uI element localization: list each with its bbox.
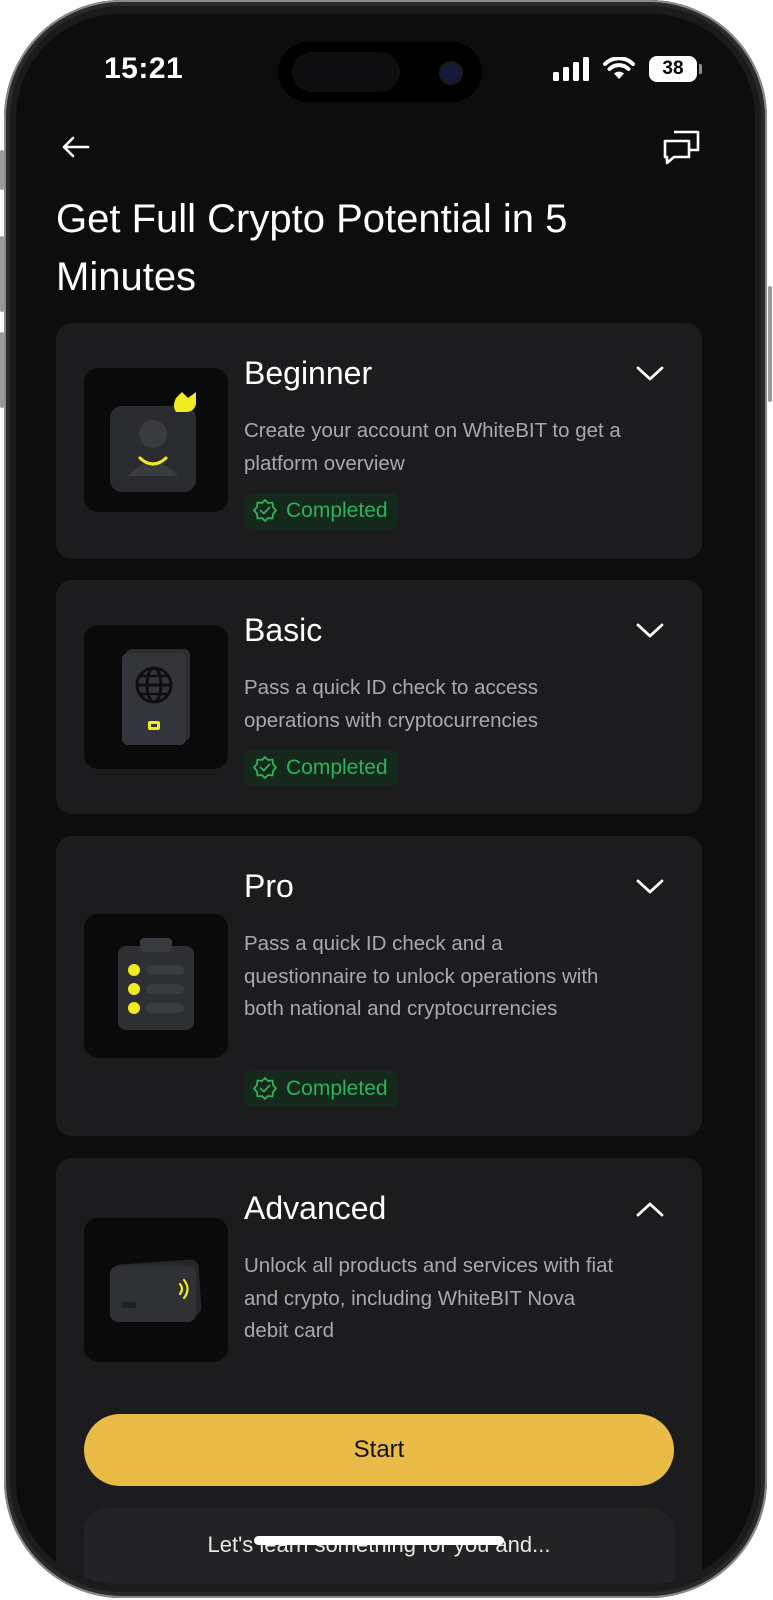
- expand-toggle-beginner[interactable]: [634, 363, 666, 385]
- start-button[interactable]: Start: [84, 1414, 674, 1486]
- back-button[interactable]: [56, 132, 96, 162]
- camera-icon: [442, 64, 460, 82]
- level-image-pro: [84, 914, 228, 1058]
- level-title: Basic: [244, 612, 323, 648]
- level-card-beginner[interactable]: Beginner Create your account on WhiteBIT…: [56, 323, 702, 559]
- status-badge-completed: Completed: [244, 493, 398, 529]
- wifi-icon: [603, 57, 635, 79]
- phone-side-button: [0, 150, 4, 190]
- arrow-left-icon: [62, 136, 90, 158]
- verified-check-icon: [253, 756, 277, 779]
- expand-toggle-basic[interactable]: [634, 620, 666, 642]
- chevron-down-icon: [636, 879, 664, 894]
- phone-power-button: [768, 286, 772, 402]
- clipboard-checklist-icon: [118, 938, 194, 1030]
- collapse-toggle-advanced[interactable]: [634, 1198, 666, 1220]
- status-badge-completed: Completed: [244, 750, 398, 786]
- level-description: Create your account on WhiteBIT to get a…: [244, 419, 621, 475]
- status-icons: 38: [553, 56, 702, 82]
- support-chat-button[interactable]: [660, 126, 704, 168]
- level-card-basic[interactable]: Basic Pass a quick ID check to access op…: [56, 580, 702, 814]
- chevron-up-icon: [636, 1202, 664, 1217]
- dynamic-island: [278, 42, 482, 102]
- chevron-down-icon: [636, 366, 664, 381]
- level-description: Pass a quick ID check and a questionnair…: [244, 932, 599, 1020]
- island-sensor: [292, 52, 400, 92]
- verified-check-icon: [253, 1077, 277, 1100]
- phone-volume-up: [0, 236, 4, 312]
- level-title: Advanced: [244, 1190, 387, 1226]
- status-label: Completed: [286, 756, 388, 779]
- level-image-basic: [84, 625, 228, 769]
- chevron-down-icon: [636, 623, 664, 638]
- passport-icon: [122, 649, 190, 745]
- debit-card-icon: [110, 1259, 202, 1322]
- level-image-beginner: [84, 368, 228, 512]
- page-title: Get Full Crypto Potential in 5 Minutes: [56, 197, 568, 299]
- info-card-partial[interactable]: Let's learn something for you and...: [84, 1508, 674, 1584]
- home-indicator[interactable]: [254, 1536, 504, 1545]
- level-description: Unlock all products and services with fi…: [244, 1254, 614, 1342]
- level-title: Pro: [244, 868, 294, 904]
- level-title: Beginner: [244, 355, 373, 391]
- status-badge-completed: Completed: [244, 1071, 398, 1107]
- status-label: Completed: [286, 499, 388, 522]
- level-description: Pass a quick ID check to access operatio…: [244, 676, 538, 732]
- expand-toggle-pro[interactable]: [634, 876, 666, 898]
- status-label: Completed: [286, 1077, 388, 1100]
- status-time: 15:21: [104, 52, 184, 85]
- level-card-pro[interactable]: Pro Pass a quick ID check and a question…: [56, 836, 702, 1136]
- app-screen: 15:21 38 Get Full Crypto Potential in 5 …: [16, 14, 755, 1584]
- chat-bubbles-icon: [663, 130, 700, 165]
- phone-volume-down: [0, 332, 4, 408]
- battery-icon: 38: [649, 56, 702, 82]
- verified-check-icon: [253, 499, 277, 522]
- cellular-signal-icon: [553, 57, 589, 81]
- level-image-advanced: [84, 1218, 228, 1362]
- user-profile-icon: [110, 392, 196, 492]
